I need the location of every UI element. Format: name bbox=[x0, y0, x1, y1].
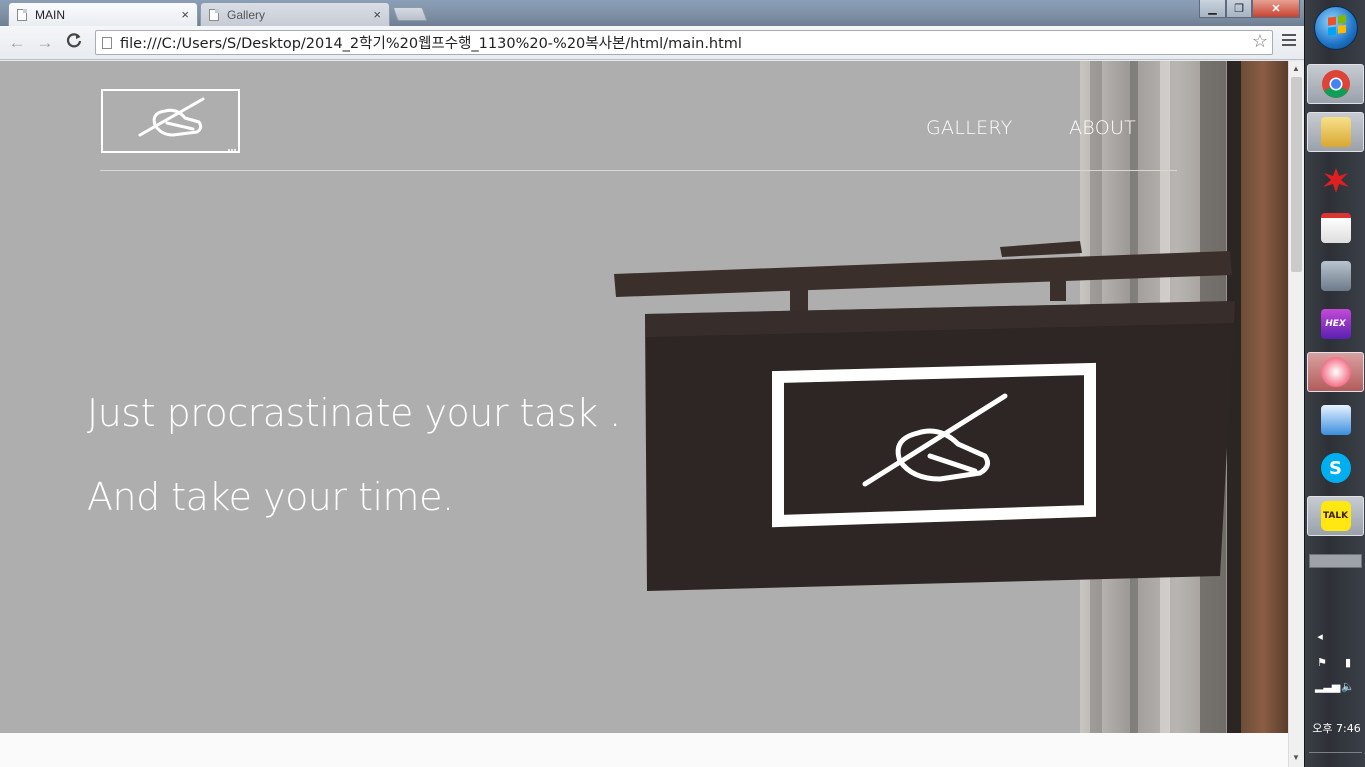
site-logo[interactable] bbox=[101, 89, 240, 153]
hero-section: GALLERY ABOUT Just procrastinate your ta… bbox=[0, 61, 1288, 733]
windows-taskbar: HEX S TALK ◂ ⚑ ▮ ▂▃▅ 🔈 오후 7:46 bbox=[1304, 0, 1365, 767]
action-center-flag-icon[interactable]: ⚑ bbox=[1315, 656, 1329, 670]
bookmark-star-icon[interactable]: ☆ bbox=[1252, 31, 1268, 52]
taskbar-hex-editor[interactable]: HEX bbox=[1307, 304, 1364, 344]
file-explorer-icon bbox=[1320, 117, 1351, 147]
windows-logo-icon bbox=[1328, 14, 1346, 36]
below-hero-section bbox=[0, 733, 1288, 767]
archive-icon bbox=[1320, 261, 1351, 291]
page-icon bbox=[209, 8, 219, 21]
scroll-down-icon[interactable]: ▼ bbox=[1292, 753, 1300, 762]
page-icon bbox=[17, 8, 27, 21]
menu-button[interactable] bbox=[1282, 34, 1296, 48]
close-window-button[interactable]: ✕ bbox=[1252, 0, 1300, 18]
reload-button[interactable] bbox=[63, 32, 85, 54]
tagline-1: Just procrastinate your task . bbox=[87, 391, 621, 435]
browser-toolbar: ← → ☆ bbox=[0, 26, 1304, 60]
page-icon bbox=[102, 37, 112, 49]
hand-pen-logo-icon bbox=[138, 97, 236, 151]
taskbar-snipping[interactable] bbox=[1307, 352, 1364, 392]
taskbar-archive[interactable] bbox=[1307, 256, 1364, 296]
taskbar-chrome[interactable] bbox=[1307, 64, 1364, 104]
editor-icon bbox=[1320, 405, 1351, 435]
chrome-icon bbox=[1321, 70, 1350, 98]
tab-main[interactable]: MAIN × bbox=[8, 2, 198, 26]
battery-icon[interactable]: ▮ bbox=[1341, 656, 1355, 670]
tray-expand-icon[interactable]: ◂ bbox=[1313, 630, 1327, 644]
minimize-button[interactable]: ▁ bbox=[1199, 0, 1226, 18]
new-tab-button[interactable] bbox=[392, 7, 428, 21]
scroll-up-icon[interactable]: ▲ bbox=[1292, 64, 1300, 73]
tab-close-icon[interactable]: × bbox=[181, 7, 189, 22]
paint-splat-icon bbox=[1322, 168, 1349, 193]
tab-label: Gallery bbox=[227, 7, 266, 22]
show-desktop-button[interactable] bbox=[1309, 752, 1362, 764]
nav-about-link[interactable]: ABOUT bbox=[1069, 117, 1136, 139]
restore-button[interactable]: ❐ bbox=[1226, 0, 1252, 18]
notepad-icon bbox=[1320, 213, 1351, 243]
browser-window: MAIN × Gallery × ▁ ❐ ✕ ← → ☆ bbox=[0, 0, 1304, 767]
tab-strip: MAIN × Gallery × ▁ ❐ ✕ bbox=[0, 0, 1304, 26]
page-viewport: GALLERY ABOUT Just procrastinate your ta… bbox=[0, 61, 1288, 767]
taskbar-scroll-buttons[interactable] bbox=[1309, 554, 1362, 568]
address-input[interactable] bbox=[120, 33, 1240, 52]
page-scrollbar[interactable]: ▲ ▼ bbox=[1288, 61, 1304, 767]
header-divider bbox=[100, 170, 1177, 171]
taskbar-skype[interactable]: S bbox=[1307, 448, 1364, 488]
hex-editor-icon: HEX bbox=[1320, 309, 1351, 339]
taskbar-editor[interactable] bbox=[1307, 400, 1364, 440]
taskbar-paint[interactable] bbox=[1307, 160, 1364, 200]
kakaotalk-icon: TALK bbox=[1320, 501, 1351, 531]
taskbar-notepad[interactable] bbox=[1307, 208, 1364, 248]
taskbar-kakaotalk[interactable]: TALK bbox=[1307, 496, 1364, 536]
volume-icon[interactable]: 🔈 bbox=[1341, 680, 1355, 694]
skype-icon: S bbox=[1320, 453, 1351, 483]
forward-button[interactable]: → bbox=[34, 32, 56, 54]
scrollbar-thumb[interactable] bbox=[1291, 77, 1302, 272]
address-bar[interactable]: ☆ bbox=[95, 30, 1273, 55]
tab-gallery[interactable]: Gallery × bbox=[200, 2, 390, 26]
reload-icon bbox=[66, 33, 82, 48]
snipping-tool-icon bbox=[1320, 357, 1351, 387]
back-button[interactable]: ← bbox=[6, 32, 28, 54]
network-signal-icon[interactable]: ▂▃▅ bbox=[1315, 680, 1340, 694]
tab-label: MAIN bbox=[35, 7, 65, 22]
nav-gallery-link[interactable]: GALLERY bbox=[926, 117, 1013, 139]
system-clock[interactable]: 오후 7:46 bbox=[1309, 720, 1364, 736]
start-button[interactable] bbox=[1314, 6, 1358, 50]
tagline-2: And take your time. bbox=[87, 475, 454, 519]
tab-close-icon[interactable]: × bbox=[373, 7, 381, 22]
taskbar-explorer[interactable] bbox=[1307, 112, 1364, 152]
